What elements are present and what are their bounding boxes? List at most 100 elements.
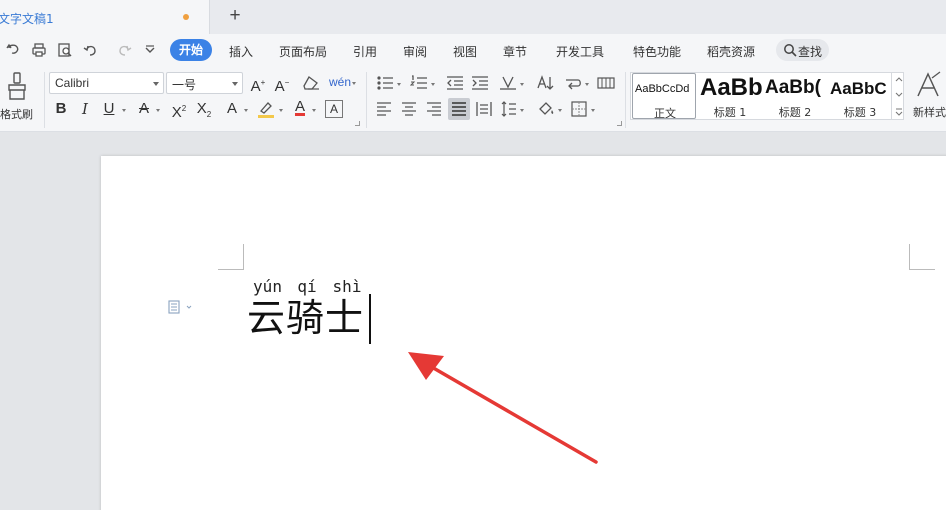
superscript-icon[interactable]: X2 [169, 99, 189, 121]
tab-page-layout[interactable]: 页面布局 [279, 43, 327, 60]
new-style-label[interactable]: 新样式 [913, 104, 946, 120]
format-painter-button[interactable]: 格式刷 [0, 70, 40, 126]
strikethrough-dropdown-caret[interactable] [156, 109, 160, 112]
line-break-icon[interactable] [564, 75, 582, 91]
numbered-dropdown-caret[interactable] [431, 83, 435, 86]
borders-dropdown-caret[interactable] [591, 109, 595, 112]
style-preview: AaBbCcDd [635, 83, 690, 95]
expand-gallery-icon[interactable] [895, 108, 903, 116]
distributed-align-icon[interactable] [476, 101, 492, 117]
bullet-dropdown-caret[interactable] [397, 83, 401, 86]
print-icon[interactable] [31, 42, 47, 58]
customize-dropdown-icon[interactable] [142, 42, 158, 58]
style-gallery: AaBbCcDd 正文 AaBb 标题 1 AaBb( 标题 2 AaBbC 标… [630, 72, 904, 120]
font-dialog-launcher[interactable] [355, 121, 360, 126]
style-normal[interactable]: AaBbCcDd 正文 [632, 73, 696, 119]
style-preview: AaBb( [765, 77, 821, 98]
pinyin-annotation: yún qí shì [249, 277, 366, 296]
line-spacing-icon[interactable] [501, 101, 517, 117]
sort-icon[interactable] [536, 75, 554, 91]
margin-corner-top-right [909, 244, 935, 270]
shrink-font-icon[interactable]: A− [273, 73, 291, 95]
tab-home[interactable]: 开始 [170, 39, 213, 61]
align-right-icon[interactable] [426, 101, 442, 117]
font-color-icon[interactable]: A [292, 97, 308, 117]
tab-developer-tools[interactable]: 开发工具 [556, 43, 604, 60]
align-left-icon[interactable] [376, 101, 392, 117]
search-label: 查找 [798, 45, 823, 59]
underline-icon[interactable]: U [101, 99, 117, 119]
shading-icon[interactable] [537, 101, 555, 117]
highlight-dropdown-caret[interactable] [279, 109, 283, 112]
align-center-icon[interactable] [401, 101, 417, 117]
tab-chapter[interactable]: 章节 [503, 43, 527, 60]
font-color-dropdown-caret[interactable] [312, 109, 316, 112]
tab-special-features[interactable]: 特色功能 [633, 43, 681, 60]
pinyin-dropdown-caret[interactable] [352, 82, 356, 85]
style-heading-3[interactable]: AaBbC 标题 3 [828, 73, 892, 119]
table-tools-icon[interactable] [597, 77, 615, 89]
style-heading-1[interactable]: AaBb 标题 1 [698, 73, 762, 119]
search-button[interactable]: 查找 [776, 39, 829, 61]
decrease-indent-icon[interactable] [446, 75, 464, 91]
bullet-list-icon[interactable] [376, 75, 394, 91]
tab-view[interactable]: 视图 [453, 43, 477, 60]
search-icon [784, 44, 797, 57]
print-preview-icon[interactable] [57, 42, 73, 58]
paintbrush-icon [8, 72, 26, 100]
increase-indent-icon[interactable] [471, 75, 489, 91]
align-justify-icon [452, 102, 466, 116]
text-effect-icon[interactable]: A [224, 99, 240, 119]
font-size-value: 一号 [172, 78, 197, 92]
bold-icon[interactable]: B [53, 99, 69, 119]
tab-review[interactable]: 审阅 [403, 43, 427, 60]
numbered-list-icon[interactable] [410, 75, 428, 91]
character-border-icon[interactable]: A [325, 100, 343, 118]
undo-history-icon[interactable] [6, 42, 22, 58]
redo-icon[interactable] [116, 42, 132, 58]
grow-font-icon[interactable]: A+ [249, 73, 267, 95]
font-name-select[interactable]: Calibri [49, 72, 164, 94]
highlight-icon[interactable] [256, 100, 276, 118]
text-effect-dropdown-caret[interactable] [244, 109, 248, 112]
plus-icon[interactable]: + [225, 5, 245, 27]
document-tab-title: 文字文稿1 [0, 12, 54, 26]
paragraph-layout-icon[interactable] [168, 300, 194, 314]
ribbon-menu-bar: 开始 插入 页面布局 引用 审阅 视图 章节 开发工具 特色功能 稻壳资源 查找 [0, 34, 946, 86]
document-body-text[interactable]: 云骑士 [247, 296, 364, 340]
justify-button[interactable] [448, 98, 470, 120]
pinyin-syllable: qí [297, 277, 317, 296]
paragraph-dialog-launcher[interactable] [617, 121, 622, 126]
scaling-dropdown-caret[interactable] [520, 83, 524, 86]
new-style-icon[interactable] [912, 70, 942, 100]
subscript-icon[interactable]: X2 [194, 99, 214, 119]
document-tab[interactable]: 文字文稿1 [0, 0, 210, 34]
chevron-down-icon[interactable] [895, 92, 903, 98]
chevron-up-icon[interactable] [895, 76, 903, 82]
style-name: 标题 1 [713, 106, 747, 119]
style-name: 标题 2 [778, 106, 812, 119]
margin-corner-top-left [218, 244, 244, 270]
pinyin-guide-icon[interactable]: wén [329, 72, 351, 92]
tab-insert[interactable]: 插入 [229, 43, 253, 60]
style-gallery-scroll[interactable] [891, 72, 904, 120]
shading-dropdown-caret[interactable] [558, 109, 562, 112]
strikethrough-icon[interactable]: A [136, 99, 152, 119]
tab-bar: 文字文稿1 + [0, 0, 946, 34]
line-spacing-dropdown-caret[interactable] [520, 109, 524, 112]
italic-icon[interactable]: I [77, 99, 93, 119]
style-name: 正文 [654, 107, 676, 119]
font-size-select[interactable]: 一号 [166, 72, 243, 94]
style-name: 标题 3 [843, 106, 877, 119]
undo-icon[interactable] [83, 42, 99, 58]
clear-formatting-icon[interactable] [302, 75, 320, 91]
borders-icon[interactable] [571, 101, 587, 117]
tab-references[interactable]: 引用 [353, 43, 377, 60]
underline-dropdown-caret[interactable] [122, 109, 126, 112]
tab-docer-resources[interactable]: 稻壳资源 [707, 43, 755, 60]
style-heading-2[interactable]: AaBb( 标题 2 [763, 73, 827, 119]
text-cursor [369, 294, 371, 344]
character-scaling-icon[interactable] [499, 75, 517, 91]
line-break-dropdown-caret[interactable] [585, 83, 589, 86]
style-preview: AaBbC [830, 79, 887, 98]
